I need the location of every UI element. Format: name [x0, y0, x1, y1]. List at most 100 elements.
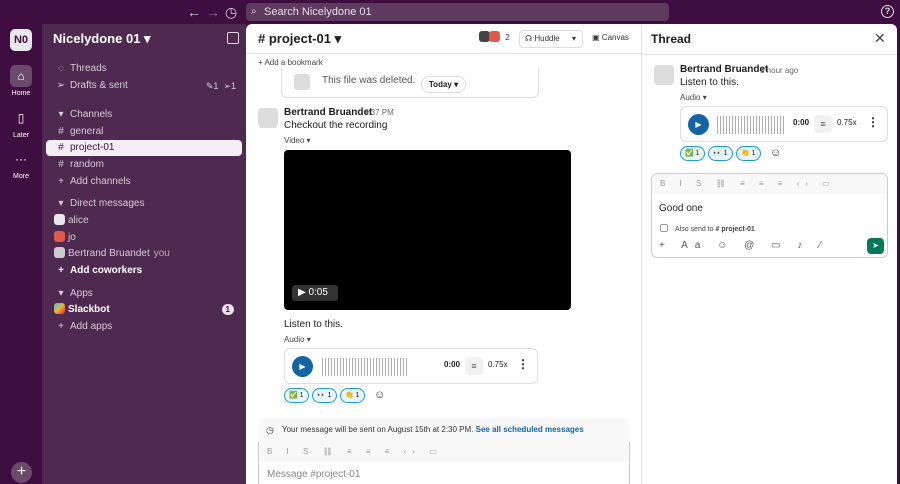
add-coworkers-button[interactable]: + Add coworkers [46, 263, 242, 279]
reaction-clap[interactable]: 👏 1 [736, 146, 761, 161]
transcript-icon[interactable]: ≡ [814, 115, 832, 133]
sidebar-item-slackbot[interactable]: Slackbot 1 [46, 302, 242, 318]
transcript-icon[interactable]: ≡ [465, 357, 483, 375]
sidebar-item-alice[interactable]: alice [46, 213, 242, 229]
more-icon[interactable]: ⋮ [517, 357, 529, 371]
drafts-counts: ✎1 ➢1 [205, 81, 236, 91]
reaction-eyes[interactable]: 👀 1 [312, 388, 337, 403]
add-reaction-icon[interactable]: ☺ [766, 146, 785, 161]
rail-later[interactable]: ▯ Later [0, 107, 42, 139]
channel-title[interactable]: # project-01 ▾ [258, 31, 341, 47]
dm-header[interactable]: ▾ Direct messages [46, 196, 242, 212]
audio-time: 0:00 [444, 360, 461, 369]
workspace-rail: N0 ⌂ Home ▯ Later ··· More + [0, 24, 42, 484]
caret-down-icon: ▾ [58, 109, 64, 120]
sidebar-item-random[interactable]: # random [46, 157, 242, 173]
unread-badge: 1 [221, 304, 234, 315]
headphones-icon: ☊ [525, 34, 533, 43]
format-toolbar[interactable]: B I S ⛓ ≡ ≡ ≡ ‹› ▭ [652, 174, 887, 194]
back-arrow-icon[interactable]: ← [187, 4, 201, 20]
add-bookmark-button[interactable]: + Add a bookmark [258, 58, 323, 67]
add-apps-button[interactable]: + Add apps [46, 319, 242, 335]
thread-title: Thread [651, 32, 692, 46]
add-channels-button[interactable]: + Add channels [46, 174, 242, 190]
slackbot-icon [54, 303, 65, 314]
reaction-eyes[interactable]: 👀 1 [708, 146, 733, 161]
thread-time[interactable]: 1 hour ago [760, 66, 798, 75]
avatar [54, 247, 65, 258]
audio-player: ▶ 0:00 ≡ 0.75x ⋮ [284, 348, 538, 384]
close-icon[interactable]: ✕ [874, 30, 886, 47]
composer-tools[interactable]: + Aa ☺ @ ▭ ♪ ⁄ [659, 240, 828, 251]
history-icon[interactable]: ◷ [225, 4, 237, 21]
message-composer[interactable]: B I S ⛓ ≡ ≡ ≡ ‹› ▭ Message #project-01 [258, 442, 630, 484]
huddle-button[interactable]: ☊ Huddle ▾ [519, 30, 583, 48]
compose-icon[interactable] [227, 32, 239, 44]
sidebar-item-jo[interactable]: jo [46, 230, 242, 246]
also-send-checkbox[interactable]: Also send to # project-01 [660, 224, 755, 233]
audio-waveform[interactable] [322, 358, 408, 376]
audio-label[interactable]: Audio ▾ [284, 335, 311, 344]
send-button[interactable]: ➤ [867, 238, 884, 254]
members-button[interactable]: 2 [474, 30, 515, 48]
avatar [54, 214, 65, 225]
more-icon[interactable]: ⋮ [867, 115, 879, 129]
search-placeholder: Search Nicelydone 01 [264, 6, 372, 18]
scheduled-link[interactable]: See all scheduled messages [476, 425, 584, 434]
plus-icon: + [58, 176, 64, 187]
rail-home[interactable]: ⌂ Home [0, 65, 42, 97]
reaction-clap[interactable]: 👏 1 [340, 388, 365, 403]
message-time[interactable]: 4:37 PM [364, 108, 394, 117]
audio-play-button[interactable]: ▶ [292, 356, 313, 377]
date-divider[interactable]: Today ▾ [421, 76, 466, 93]
chevron-down-icon: ▾ [571, 34, 576, 43]
message-input[interactable]: Message #project-01 [267, 469, 360, 480]
caret-down-icon: ▾ [58, 198, 64, 209]
audio-waveform[interactable] [717, 116, 785, 134]
channels-header[interactable]: ▾ Channels [46, 107, 242, 123]
search-input[interactable]: ⌕ Search Nicelydone 01 [246, 3, 669, 21]
thread-author[interactable]: Bertrand Bruandet [680, 64, 768, 75]
reply-input[interactable]: Good one [659, 203, 703, 214]
sidebar-item-project-01[interactable]: # project-01 [46, 140, 242, 156]
add-button[interactable]: + [11, 462, 32, 483]
video-player[interactable]: ▶ 0:05 [284, 150, 571, 310]
scheduled-text: Your message will be sent on August 15th… [282, 425, 474, 434]
add-reaction-icon[interactable]: ☺ [370, 388, 389, 403]
reply-composer[interactable]: B I S ⛓ ≡ ≡ ≡ ‹› ▭ Good one Also send to… [651, 173, 888, 258]
you-label: you [153, 248, 170, 259]
workspace-switcher[interactable]: N0 [10, 29, 32, 51]
sidebar-item-drafts[interactable]: ➢ Drafts & sent ✎1 ➢1 [46, 78, 242, 94]
thread-text: Listen to this. [680, 77, 739, 88]
playback-speed[interactable]: 0.75x [837, 118, 857, 127]
sidebar-item-general[interactable]: # general [46, 124, 242, 140]
audio-label[interactable]: Audio ▾ [680, 93, 707, 102]
rail-home-label: Home [11, 90, 31, 97]
audio-play-button[interactable]: ▶ [688, 114, 709, 135]
thread-pane: Thread ✕ Bertrand Bruandet 1 hour ago Li… [642, 24, 897, 484]
message-author[interactable]: Bertrand Bruandet [284, 107, 372, 118]
reaction-check[interactable]: ✅ 1 [680, 146, 705, 161]
help-icon[interactable]: ? [881, 5, 894, 18]
home-icon: ⌂ [10, 65, 32, 87]
avatar[interactable] [654, 65, 674, 85]
workspace-name[interactable]: Nicelydone 01 ▾ [53, 31, 151, 47]
sidebar-item-threads[interactable]: ◌ Threads [46, 61, 242, 77]
sidebar: Nicelydone 01 ▾ ◌ Threads ➢ Drafts & sent … [42, 24, 246, 484]
video-label[interactable]: Video ▾ [284, 136, 311, 145]
thread-divider [642, 54, 897, 55]
reaction-check[interactable]: ✅ 1 [284, 388, 309, 403]
sidebar-item-bertrand[interactable]: Bertrand Bruandet you [46, 246, 242, 262]
rail-more[interactable]: ··· More [0, 148, 42, 180]
scheduled-banner: ◷ Your message will be sent on August 15… [258, 418, 630, 442]
playback-speed[interactable]: 0.75x [488, 360, 508, 369]
format-toolbar[interactable]: B I S ⛓ ≡ ≡ ≡ ‹› ▭ [259, 442, 629, 462]
plus-icon: + [58, 321, 64, 332]
forward-arrow-icon[interactable]: → [206, 4, 220, 20]
avatar[interactable] [258, 108, 278, 128]
checkbox[interactable] [660, 224, 668, 232]
rail-more-label: More [13, 173, 29, 180]
canvas-button[interactable]: ▣ Canvas [587, 30, 634, 48]
video-play-button[interactable]: ▶ 0:05 [292, 285, 338, 301]
apps-header[interactable]: ▾ Apps [46, 286, 242, 302]
